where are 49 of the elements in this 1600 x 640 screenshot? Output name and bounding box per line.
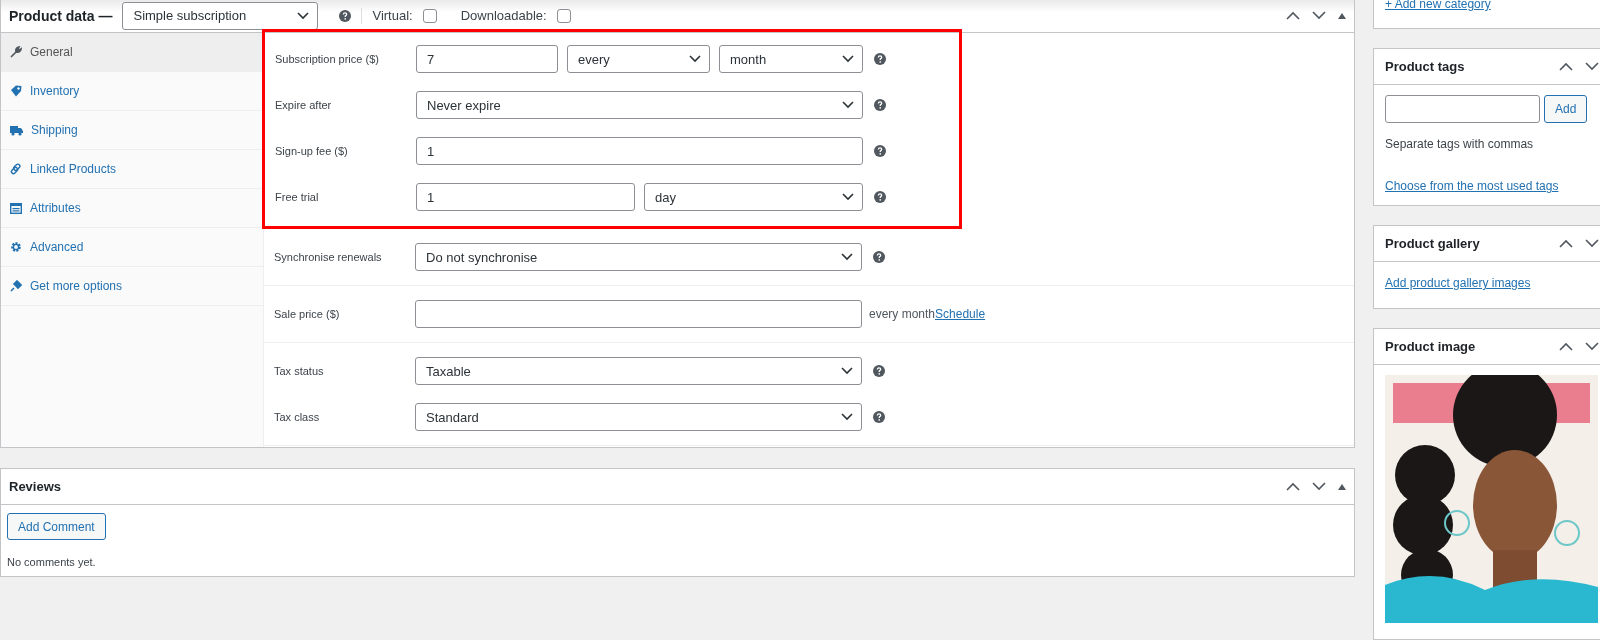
schedule-link[interactable]: Schedule (935, 307, 986, 321)
tab[interactable]: Linked Products (1, 150, 263, 189)
panel-title: Reviews (9, 479, 62, 494)
select-field[interactable]: Standard (415, 403, 862, 431)
period-select[interactable]: month (719, 45, 863, 73)
tab-label: General (30, 45, 73, 59)
box-title: Product image (1385, 339, 1476, 355)
product-type-select[interactable]: Simple subscription (122, 1, 319, 30)
interval-select[interactable]: every (567, 45, 710, 73)
field-label: Tax class (274, 411, 321, 423)
tab-label: Attributes (30, 201, 81, 215)
add-tag-button[interactable]: Add (1544, 95, 1588, 124)
tab-label: Get more options (30, 279, 123, 293)
box-title: Product gallery (1385, 236, 1480, 252)
hint-text: Separate tags with commas (1385, 137, 1535, 152)
box-title: Product tags (1385, 59, 1465, 75)
add-category-link[interactable]: + Add new category (1385, 0, 1491, 11)
select-field[interactable]: Do not synchronise (415, 243, 862, 271)
empty-message: No comments yet. (7, 556, 97, 568)
tab-label: Shipping (31, 123, 78, 137)
checkbox-label: Downloadable: (460, 8, 547, 23)
trial-length-field[interactable]: 1 (416, 183, 635, 211)
field-label: Tax status (274, 365, 325, 377)
add-comment-button[interactable]: Add Comment (7, 513, 106, 540)
add-gallery-link[interactable]: Add product gallery images (1385, 276, 1593, 291)
tab[interactable]: General (1, 33, 263, 72)
panel-title: Product data — (9, 7, 113, 24)
input-field[interactable]: 1 (416, 137, 863, 165)
tab-label: Linked Products (30, 162, 117, 176)
field-label: Subscription price ($) (275, 53, 380, 65)
field-label: Expire after (275, 99, 333, 111)
period-text: every month (869, 307, 936, 321)
tab-label: Advanced (30, 240, 84, 254)
field-label: Synchronise renewals (274, 251, 383, 263)
tab[interactable]: Inventory (1, 72, 263, 111)
most-used-tags-link[interactable]: Choose from the most used tags (1385, 179, 1593, 194)
select-field[interactable]: Never expire (416, 91, 863, 119)
tab[interactable]: Attributes (1, 189, 263, 228)
tab[interactable]: Get more options (1, 267, 263, 306)
field-label: Sale price ($) (274, 308, 341, 320)
field-label: Free trial (275, 191, 320, 203)
price-field[interactable]: 7 (416, 45, 558, 73)
checkbox-label: Virtual: (372, 8, 413, 23)
trial-unit-select[interactable]: day (644, 183, 863, 211)
select-field[interactable]: Taxable (415, 357, 862, 385)
field-label: Sign-up fee ($) (275, 145, 349, 157)
tab-label: Inventory (30, 84, 80, 98)
tab[interactable]: Shipping (1, 111, 263, 150)
tab[interactable]: Advanced (1, 228, 263, 267)
